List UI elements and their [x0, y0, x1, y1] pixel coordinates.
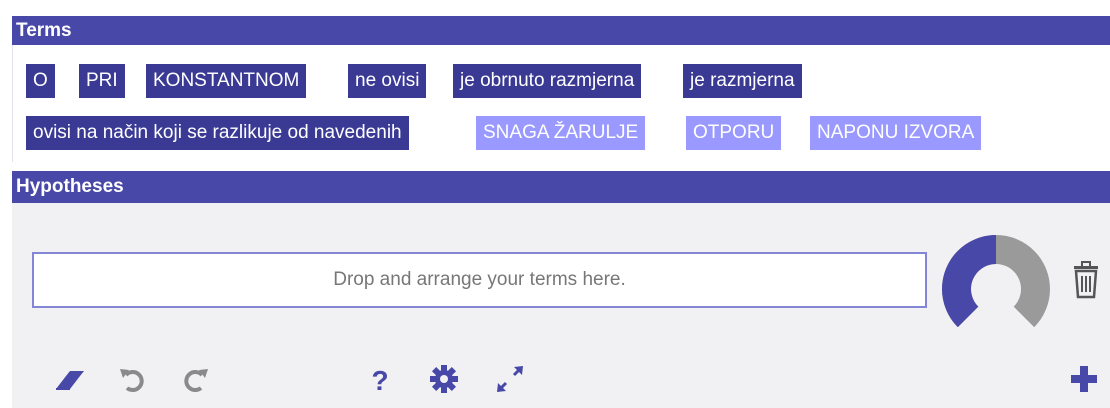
progress-gauge — [941, 235, 1050, 327]
hypothesis-dropzone[interactable]: Drop and arrange your terms here. — [32, 252, 927, 308]
help-icon[interactable]: ? — [364, 363, 396, 395]
terms-header: Terms — [12, 16, 1110, 45]
hypotheses-header: Hypotheses — [12, 171, 1110, 203]
trash-icon[interactable] — [1070, 260, 1102, 300]
term-chip-je-obrnuto-razmjerna[interactable]: je obrnuto razmjerna — [453, 64, 642, 98]
term-chip-naponu-izvora[interactable]: NAPONU IZVORA — [810, 116, 982, 150]
toolbar: ? — [12, 349, 1110, 408]
term-chip-ne-ovisi[interactable]: ne ovisi — [348, 64, 427, 98]
dropzone-placeholder: Drop and arrange your terms here. — [333, 269, 626, 290]
terms-title: Terms — [16, 19, 72, 41]
settings-icon[interactable] — [428, 363, 460, 395]
term-chip-otporu[interactable]: OTPORU — [686, 116, 782, 150]
term-chip-je-razmjerna[interactable]: je razmjerna — [683, 64, 802, 98]
fullscreen-icon[interactable] — [494, 363, 526, 395]
term-chip-o[interactable]: O — [26, 64, 55, 98]
term-chip-ovisi-na-nacin[interactable]: ovisi na način koji se razlikuje od nave… — [26, 116, 409, 150]
svg-text:?: ? — [371, 365, 388, 395]
term-chip-konstantnom[interactable]: KONSTANTNOM — [146, 64, 307, 98]
undo-icon[interactable] — [116, 363, 148, 395]
gauge-fill — [941, 235, 996, 327]
term-chip-snaga-zarulje[interactable]: SNAGA ŽARULJE — [476, 116, 646, 150]
add-icon[interactable] — [1068, 363, 1100, 395]
eraser-icon[interactable] — [52, 363, 84, 395]
hypotheses-title: Hypotheses — [16, 176, 124, 197]
term-chip-pri[interactable]: PRI — [79, 64, 125, 98]
hypotheses-area: Drop and arrange your terms here. — [12, 203, 1110, 349]
terms-palette: O PRI KONSTANTNOM ne ovisi je obrnuto ra… — [12, 45, 1110, 162]
redo-icon[interactable] — [180, 363, 212, 395]
